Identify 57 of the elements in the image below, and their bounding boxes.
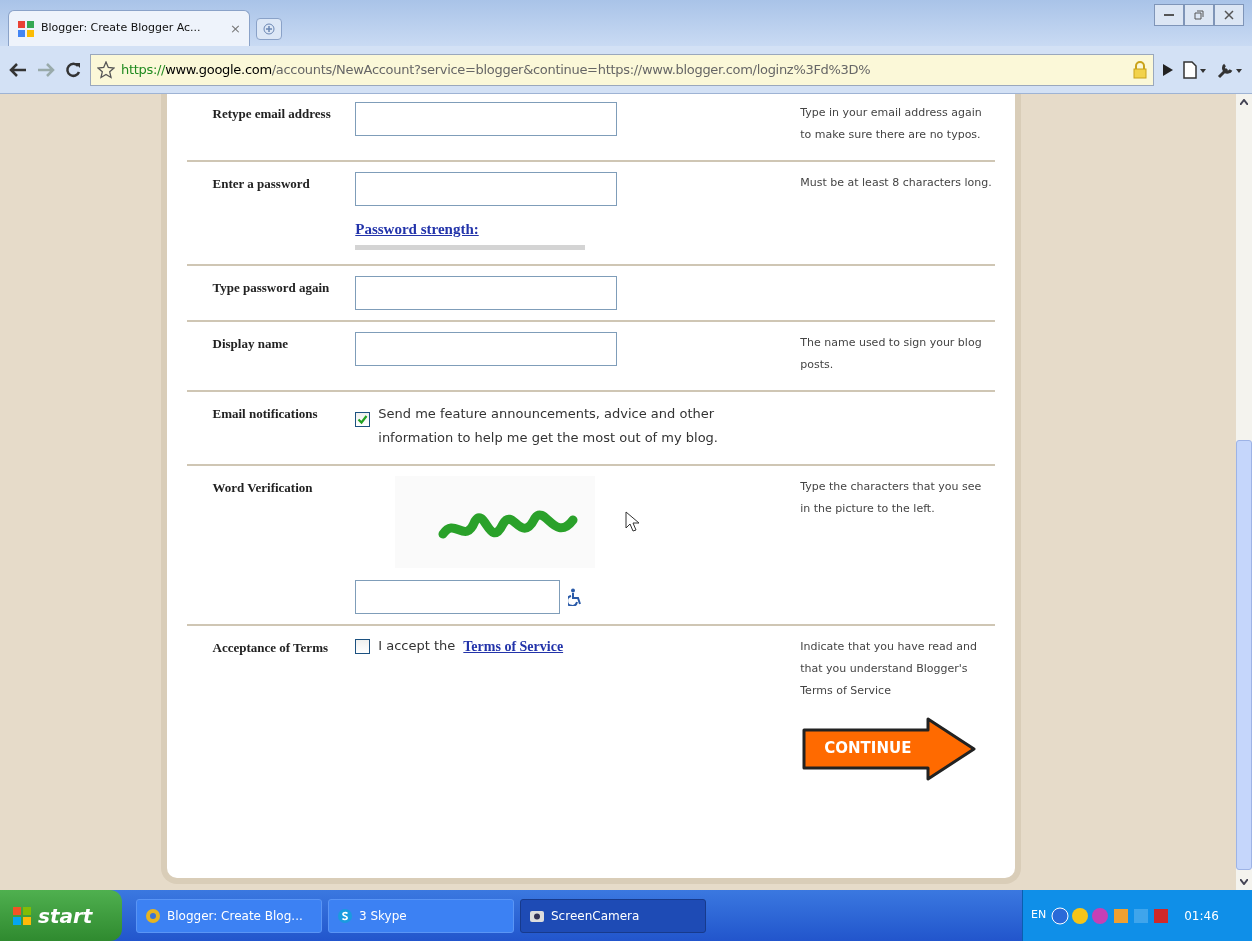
browser-tab[interactable]: Blogger: Create Blogger Ac... × [8, 10, 250, 46]
notification-text: Send me feature announcements, advice and other information to help me get the most out of my blog. [378, 404, 719, 447]
close-icon [1224, 10, 1234, 20]
tab-close-button[interactable]: × [230, 18, 241, 39]
taskbar-item[interactable]: ScreenCamera [520, 898, 706, 933]
tab-title: Blogger: Create Blogger Ac... [41, 20, 201, 37]
field-label: Acceptance of Terms [211, 638, 330, 657]
help-text: Indicate that you have read and that you understand Blogger's Terms of Service [800, 638, 978, 699]
field-label: Retype email address [211, 105, 332, 123]
lock-icon [1133, 60, 1147, 79]
field-label: Word Verification [211, 478, 314, 497]
input-field[interactable] [355, 172, 618, 206]
plus-icon [263, 23, 275, 35]
close-button[interactable] [1214, 4, 1244, 26]
accept-text: I accept the [378, 637, 456, 656]
input-field[interactable] [355, 331, 618, 366]
scroll-down-icon[interactable] [1240, 879, 1248, 885]
help-text: The name used to sign your blog posts. [800, 334, 983, 373]
s-logo-icon [337, 907, 353, 924]
help-text: Type in your email address again to make sure there are no typos. [800, 105, 983, 143]
checkbox[interactable] [355, 411, 371, 427]
help-text: Must be at least 8 characters long. [800, 175, 993, 191]
password-strength-link[interactable]: Password strength: [355, 218, 801, 241]
field-label: Email notifications [211, 404, 319, 423]
scrollbar[interactable] [1236, 94, 1252, 890]
field-label: Type password again [211, 278, 331, 297]
back-icon[interactable] [8, 61, 28, 78]
scroll-thumb[interactable] [1236, 440, 1252, 870]
taskbar-item[interactable]: 3 Skype [328, 898, 514, 933]
input-field[interactable] [355, 275, 618, 310]
page-menu-icon[interactable] [1182, 59, 1208, 80]
restore-icon [1194, 10, 1204, 20]
help-text: Type the characters that you see in the picture to the left. [800, 478, 983, 517]
taskbar-item[interactable]: Blogger: Create Blog... [136, 898, 322, 933]
terms-of-service-link[interactable]: Terms of Service [463, 635, 564, 657]
blogger-logo-icon [17, 19, 35, 38]
input-field[interactable] [355, 102, 618, 136]
reload-icon[interactable] [64, 60, 82, 79]
checkmark-icon [357, 413, 369, 425]
language-indicator[interactable]: EN [1031, 907, 1047, 924]
minimize-icon [1164, 14, 1174, 16]
address-bar[interactable]: https://www.google.com/accounts/NewAccount?service=blogger&continue=https://www.blogger.com/loginz%3Fd%3D% [90, 53, 1154, 86]
star-icon[interactable] [97, 60, 115, 79]
windows-logo-icon [12, 905, 32, 926]
input-field[interactable] [355, 579, 561, 614]
continue-button[interactable]: CONTINUE [800, 715, 979, 782]
field-label: Enter a password [211, 175, 311, 193]
minimize-button[interactable] [1154, 4, 1184, 26]
checkbox[interactable] [355, 638, 371, 654]
clock: 01:46 [1184, 907, 1219, 925]
mouse-pointer-icon [625, 510, 642, 533]
field-label: Display name [211, 334, 289, 353]
url-text: https://www.google.com/accounts/NewAccount?service=blogger&continue=https://www.blogger.com/loginz%3Fd%3D% [121, 60, 871, 79]
play-icon[interactable] [1162, 62, 1174, 77]
accessibility-icon[interactable] [568, 587, 583, 606]
start-button[interactable]: start [0, 890, 122, 941]
scroll-up-icon[interactable] [1240, 99, 1248, 105]
